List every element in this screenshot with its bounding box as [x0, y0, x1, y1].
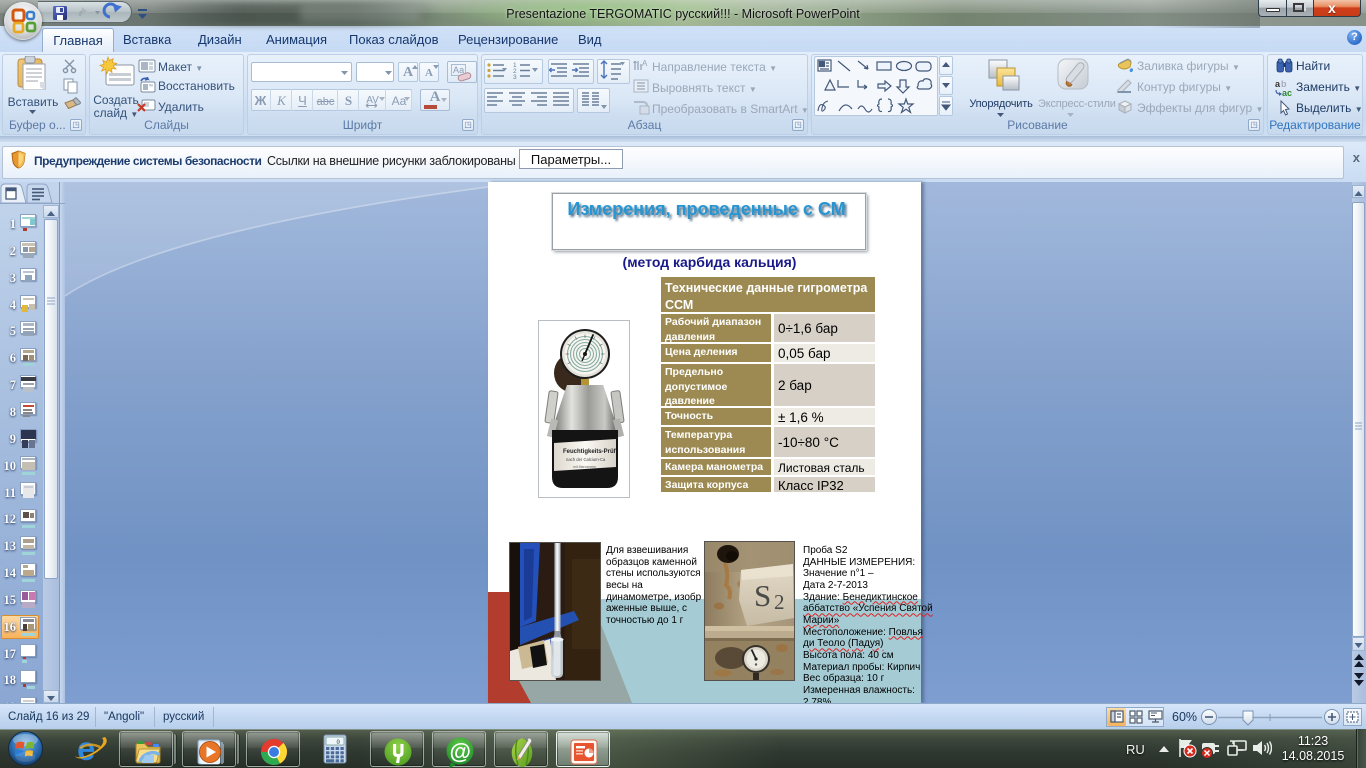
- svg-text:3: 3: [513, 74, 517, 81]
- svg-text:Feuchtigkeits-Prüf: Feuchtigkeits-Prüf: [563, 449, 617, 455]
- svg-text:2: 2: [774, 590, 785, 614]
- svg-text:@: @: [450, 739, 471, 764]
- svg-text:e: e: [77, 732, 95, 766]
- svg-text:А: А: [642, 59, 648, 68]
- svg-text:mit Manometer: mit Manometer: [573, 465, 597, 469]
- svg-text:ac: ac: [1282, 88, 1292, 97]
- svg-text:nach der Calcium-Ca: nach der Calcium-Ca: [566, 457, 606, 462]
- svg-text:S: S: [754, 578, 771, 613]
- svg-text:0: 0: [336, 739, 340, 746]
